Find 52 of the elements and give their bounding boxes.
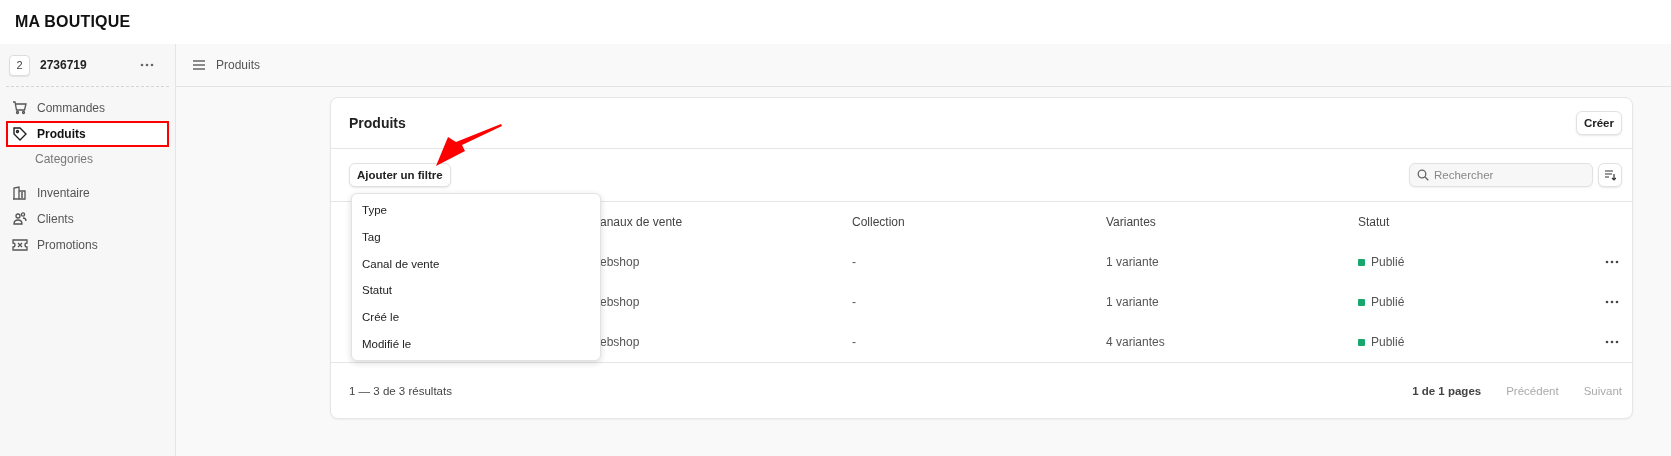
status-label: Publié bbox=[1371, 295, 1405, 309]
menu-item[interactable]: Statut bbox=[352, 277, 600, 304]
brand-logo: MA BOUTIQUE bbox=[15, 13, 131, 31]
table-cell: ebshop bbox=[600, 295, 640, 309]
sort-button[interactable] bbox=[1598, 163, 1622, 187]
ticket-icon bbox=[12, 237, 28, 253]
sidebar-item[interactable]: Promotions bbox=[6, 232, 169, 258]
menu-item[interactable]: Type bbox=[352, 197, 600, 224]
table-cell: - bbox=[852, 335, 856, 349]
sidebar-item[interactable]: Inventaire bbox=[6, 180, 169, 206]
table-cell: ebshop bbox=[600, 255, 640, 269]
column-header: Variantes bbox=[1106, 215, 1156, 229]
arrow bbox=[436, 124, 502, 166]
table-cell: 1 variante bbox=[1106, 295, 1159, 309]
column-header: Collection bbox=[852, 215, 905, 229]
cart-icon bbox=[12, 100, 28, 116]
sidebar-item[interactable]: Commandes bbox=[6, 95, 169, 121]
users-icon bbox=[12, 211, 28, 227]
sidebar-item[interactable]: Produits bbox=[6, 121, 169, 147]
status-label: Publié bbox=[1371, 255, 1405, 269]
menu-item[interactable]: Modifié le bbox=[352, 330, 600, 358]
menu-item[interactable]: Tag bbox=[352, 223, 600, 251]
sort-icon bbox=[1604, 169, 1616, 181]
table-cell: ebshop bbox=[600, 335, 640, 349]
breadcrumb: Produits bbox=[216, 58, 261, 72]
search-icon bbox=[1417, 169, 1429, 181]
table-cell: 1 variante bbox=[1106, 255, 1159, 269]
building-icon bbox=[12, 185, 28, 201]
menu-item[interactable]: Canal de vente bbox=[352, 250, 600, 278]
status-label: Publié bbox=[1371, 335, 1405, 349]
more-icon[interactable] bbox=[1605, 300, 1619, 304]
more-icon[interactable] bbox=[1605, 260, 1619, 264]
table-cell: - bbox=[852, 295, 856, 309]
tag-icon bbox=[12, 126, 28, 142]
page-count: 1 de 1 pages bbox=[1412, 384, 1482, 397]
card-title: Produits bbox=[349, 115, 406, 131]
more-icon bbox=[140, 63, 154, 67]
table-cell: - bbox=[852, 255, 856, 269]
column-header: anaux de vente bbox=[600, 215, 683, 229]
table-cell: 4 variantes bbox=[1106, 335, 1165, 349]
add-filter-button[interactable]: Ajouter un filtre bbox=[349, 163, 451, 187]
menu-icon[interactable] bbox=[192, 59, 206, 71]
menu-item[interactable]: Créé le bbox=[352, 303, 600, 331]
workspace-name[interactable]: 2736719 bbox=[40, 58, 130, 72]
more-icon[interactable] bbox=[1605, 340, 1619, 344]
results-count: 1 — 3 de 3 résultats bbox=[349, 384, 452, 397]
column-header: Statut bbox=[1358, 215, 1390, 229]
create-button[interactable]: Créer bbox=[1575, 111, 1622, 135]
sidebar-subitem[interactable]: Categories bbox=[6, 147, 169, 171]
sidebar-item[interactable]: Clients bbox=[6, 206, 169, 232]
search-field[interactable]: Rechercher bbox=[1409, 163, 1593, 187]
workspace-badge: 2 bbox=[9, 54, 30, 76]
